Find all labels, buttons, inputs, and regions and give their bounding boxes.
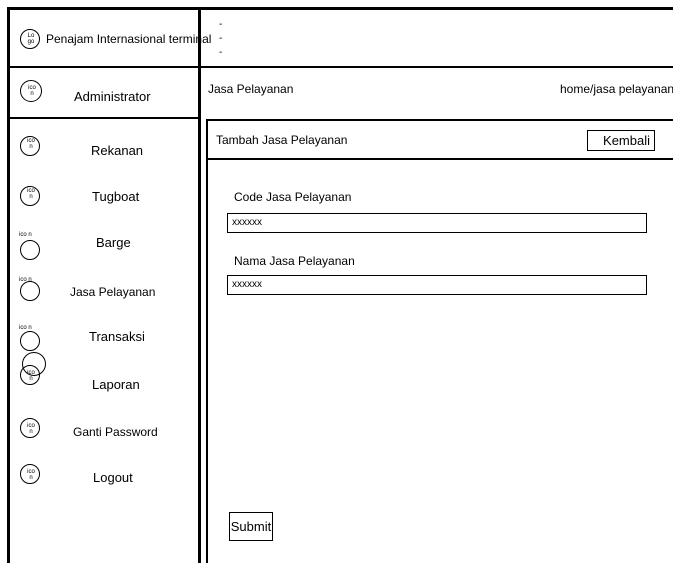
sidebar-item-label: Jasa Pelayanan (70, 285, 156, 299)
laporan-icon-text: ico n (27, 370, 35, 382)
panel-header-divider (206, 158, 673, 160)
sidebar-item-tugboat[interactable]: ico n Tugboat (10, 182, 195, 222)
sidebar-item-label: Tugboat (92, 189, 140, 204)
transaksi-icon-text: ico n (19, 325, 32, 331)
user-icon-text: ico n (28, 85, 36, 97)
sidebar-item-barge[interactable]: ico n Barge (10, 230, 195, 270)
sidebar-item-label: Barge (96, 235, 131, 250)
sidebar-item-label: Transaksi (89, 329, 145, 344)
sidebar-item-logout[interactable]: ico n Logout (10, 462, 195, 502)
brand-title: Penajam Internasional terminal (46, 32, 212, 46)
barge-icon-text: ico n (19, 232, 32, 238)
sidebar-item-label: Ganti Password (73, 425, 158, 439)
tugboat-icon-text: ico n (27, 188, 35, 200)
sidebar-item-rekanan[interactable]: ico n Rekanan (10, 134, 195, 174)
sidebar-item-label: Logout (93, 470, 133, 485)
header-dash-3: - (219, 47, 223, 58)
jasa-pelayanan-icon: ico n (19, 277, 40, 301)
user-name: Administrator (74, 89, 151, 104)
jasa-pelayanan-icon-text: ico n (19, 277, 32, 283)
sidebar-item-label: Laporan (92, 377, 140, 392)
kembali-button[interactable]: Kembali (587, 130, 655, 151)
header-dash-2: - (219, 33, 223, 44)
code-field[interactable]: xxxxxx (227, 213, 647, 233)
ganti-password-icon-text: ico n (27, 423, 35, 435)
user-icon: ico n (20, 80, 42, 102)
user-divider (10, 117, 201, 119)
barge-icon: ico n (19, 232, 40, 260)
sidebar-item-laporan[interactable]: ico n Laporan (10, 352, 195, 405)
code-field-label: Code Jasa Pelayanan (234, 190, 352, 204)
logo-icon-text: Lo go (27, 33, 35, 45)
header-dash-1: - (219, 19, 223, 30)
ganti-password-icon: ico n (20, 418, 40, 438)
tugboat-icon: ico n (20, 186, 40, 206)
rekanan-icon-text: ico n (27, 138, 35, 150)
sidebar-item-label: Rekanan (91, 143, 144, 158)
submit-button[interactable]: Submit (229, 512, 273, 541)
logout-icon: ico n (20, 464, 40, 484)
transaksi-icon: ico n (19, 325, 40, 351)
name-field[interactable]: xxxxxx (227, 275, 647, 295)
name-field-label: Nama Jasa Pelayanan (234, 254, 355, 268)
logo-icon: Lo go (20, 29, 40, 49)
panel-title: Tambah Jasa Pelayanan (216, 133, 348, 147)
laporan-icon: ico n (20, 365, 40, 385)
page-title: Jasa Pelayanan (208, 82, 294, 96)
form-panel (206, 119, 673, 563)
sidebar-item-jasa-pelayanan[interactable]: ico n Jasa Pelayanan (10, 277, 195, 317)
header-divider (10, 66, 673, 68)
rekanan-icon: ico n (20, 136, 40, 156)
sidebar-item-ganti-password[interactable]: ico n Ganti Password (10, 416, 195, 456)
logout-icon-text: ico n (27, 469, 35, 481)
breadcrumb: home/jasa pelayanan (560, 82, 673, 96)
